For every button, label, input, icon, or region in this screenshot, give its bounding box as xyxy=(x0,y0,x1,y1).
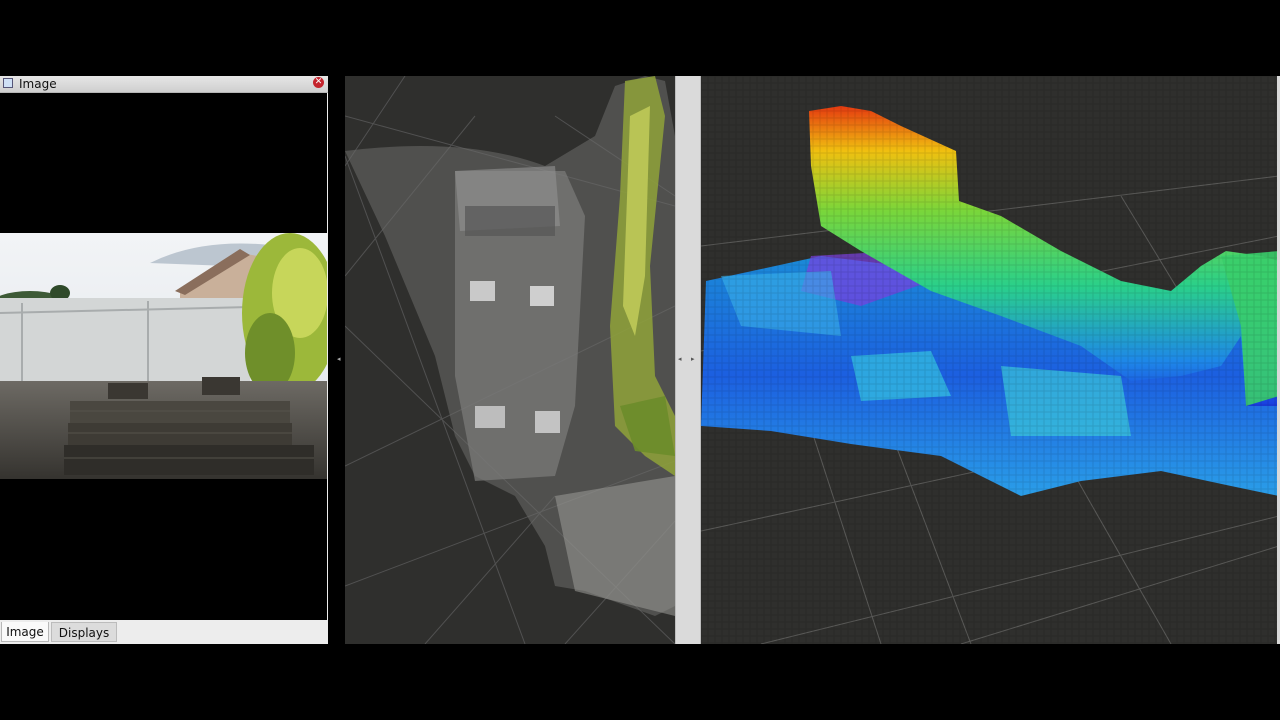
window-icon xyxy=(3,78,13,88)
camera-image-view xyxy=(0,93,327,620)
right-splitter[interactable]: ◂ ▸ xyxy=(675,76,701,644)
tab-image[interactable]: Image xyxy=(1,622,49,642)
tab-displays[interactable]: Displays xyxy=(51,622,117,642)
camera-frame xyxy=(0,233,327,479)
octomap-3d-view[interactable] xyxy=(701,76,1279,644)
rviz-window: Image ✕ Image Displays ◂ ◂ ▸ xyxy=(0,76,1280,644)
left-splitter[interactable]: ◂ xyxy=(334,76,345,644)
point-cloud-render xyxy=(345,76,675,644)
close-icon[interactable]: ✕ xyxy=(313,77,324,88)
panel-tabs: Image Displays xyxy=(0,621,328,644)
image-panel-titlebar[interactable]: Image ✕ xyxy=(0,76,328,93)
image-panel-title: Image xyxy=(19,77,57,91)
octomap-render xyxy=(701,76,1279,644)
image-panel: Image ✕ Image Displays xyxy=(0,76,328,644)
point-cloud-3d-view[interactable] xyxy=(345,76,675,644)
